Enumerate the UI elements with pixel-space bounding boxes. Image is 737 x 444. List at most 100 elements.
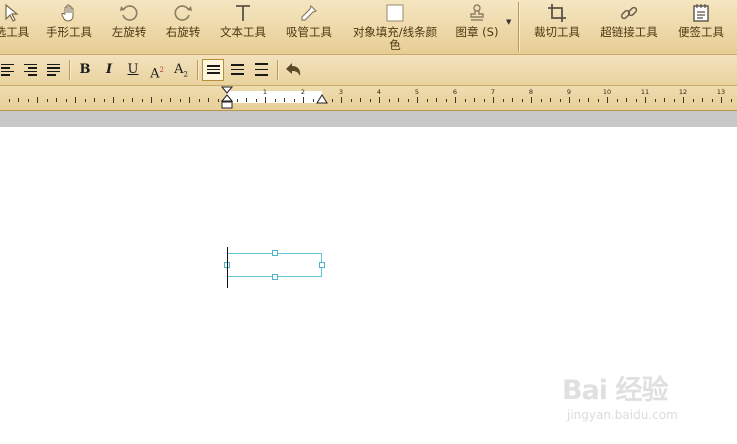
format-separator <box>277 60 278 80</box>
line-spacing-medium-icon <box>230 61 244 78</box>
ruler-tick <box>417 97 418 103</box>
rotate-right-button[interactable]: 右旋转 <box>160 0 206 54</box>
page-gap <box>0 111 737 127</box>
ruler-tick <box>151 97 152 103</box>
ruler-number: 6 <box>452 88 458 96</box>
eyedropper-tool-button[interactable]: 吸管工具 <box>280 0 338 54</box>
ruler-tick <box>189 97 190 103</box>
ruler-tick <box>37 97 38 103</box>
ruler-tick <box>389 98 390 102</box>
ruler-tick <box>693 98 694 102</box>
align-right-icon <box>23 62 37 78</box>
ruler-tick <box>512 98 513 102</box>
hyperlink-tool-button[interactable]: 超链接工具 <box>594 0 664 54</box>
resize-handle-top[interactable] <box>272 250 278 256</box>
ruler-tick <box>493 97 494 103</box>
resize-handle-right[interactable] <box>319 262 325 268</box>
ruler-tick <box>218 98 219 102</box>
hand-tool-button[interactable]: 手形工具 <box>40 0 98 54</box>
ruler-tick <box>275 98 276 102</box>
rotate-left-icon <box>120 5 138 21</box>
line-spacing-medium-button[interactable] <box>226 59 248 81</box>
ruler-tick <box>712 98 713 102</box>
ruler-tick <box>56 98 57 102</box>
rotate-left-label: 左旋转 <box>111 25 147 39</box>
eyedropper-tool-label: 吸管工具 <box>286 25 332 39</box>
ruler-tick <box>341 97 342 103</box>
ruler-tick <box>569 97 570 103</box>
superscript-button[interactable]: A2 <box>146 59 168 81</box>
ruler-tick <box>104 98 105 102</box>
text-tool-button[interactable]: 文本工具 <box>214 0 272 54</box>
stamp-tool-button[interactable]: 图章 (S) <box>452 0 502 54</box>
ruler-tick <box>199 98 200 102</box>
ruler-tick <box>85 98 86 102</box>
ruler-tick <box>208 98 209 102</box>
ruler-number: 1 <box>262 88 268 96</box>
italic-button[interactable]: I <box>98 59 120 81</box>
ruler-tick <box>161 98 162 102</box>
ruler-tick <box>123 98 124 102</box>
select-tool-button[interactable]: 选工具 <box>0 0 32 54</box>
ruler-tick <box>683 97 684 103</box>
line-spacing-single-button[interactable] <box>202 59 224 81</box>
text-box[interactable] <box>224 250 325 280</box>
undo-button[interactable] <box>282 59 304 81</box>
line-spacing-double-icon <box>254 59 268 80</box>
text-cursor-icon <box>236 5 250 21</box>
ruler-right-indent-marker[interactable] <box>316 93 328 105</box>
ruler-number: 4 <box>376 88 382 96</box>
ruler-tick <box>607 97 608 103</box>
fill-color-tool-button[interactable]: 对象填充/线条颜 色 <box>346 0 444 54</box>
align-left-button[interactable] <box>0 59 18 81</box>
ruler-tick <box>294 98 295 102</box>
hyperlink-tool-label: 超链接工具 <box>600 25 658 39</box>
ruler-tick <box>379 97 380 103</box>
format-toolbar: B I U A2 A2 <box>0 55 737 86</box>
ruler-number: 5 <box>414 88 420 96</box>
subscript-mark: 2 <box>183 70 188 79</box>
subscript-button[interactable]: A2 <box>170 59 192 81</box>
ruler-tick <box>246 98 247 102</box>
align-right-button[interactable] <box>19 59 41 81</box>
ruler-tick <box>313 98 314 102</box>
ruler-tick <box>474 98 475 102</box>
align-justify-icon <box>46 62 60 78</box>
stamp-icon <box>470 4 484 21</box>
bold-button[interactable]: B <box>74 59 96 81</box>
ruler-tick <box>541 98 542 102</box>
main-toolbar: 选工具 手形工具 左旋转 右旋转 文本工具 吸管工具 对象填充/线条颜 色 图章… <box>0 0 737 55</box>
note-tool-label: 便签工具 <box>678 25 724 39</box>
crop-icon <box>548 4 566 22</box>
ruler-tick <box>579 98 580 102</box>
ruler-left-indent-marker[interactable] <box>221 86 233 110</box>
ruler-number: 2 <box>300 88 306 96</box>
stamp-dropdown-arrow-icon[interactable]: ▼ <box>506 18 511 26</box>
resize-handle-bottom[interactable] <box>272 274 278 280</box>
underline-button[interactable]: U <box>122 59 144 81</box>
ruler-number: 3 <box>338 88 344 96</box>
hand-icon <box>61 4 74 22</box>
ruler-tick <box>598 98 599 102</box>
ruler-tick <box>113 97 114 103</box>
ruler-tick <box>560 98 561 102</box>
align-justify-button[interactable] <box>42 59 64 81</box>
ruler-tick <box>702 98 703 102</box>
arrow-cursor-icon <box>5 3 19 22</box>
ruler-tick <box>284 98 285 102</box>
ruler-tick <box>132 98 133 102</box>
ruler-tick <box>332 98 333 102</box>
ruler-tick <box>427 98 428 102</box>
stamp-tool-label: 图章 (S) <box>455 25 499 39</box>
ruler-tick <box>66 98 67 102</box>
crop-tool-button[interactable]: 裁切工具 <box>528 0 586 54</box>
rotate-left-button[interactable]: 左旋转 <box>106 0 152 54</box>
ruler-tick <box>436 98 437 102</box>
line-spacing-double-button[interactable] <box>250 59 272 81</box>
ruler-tick <box>256 98 257 102</box>
ruler-number: 13 <box>716 88 726 96</box>
note-tool-button[interactable]: 便签工具 <box>672 0 730 54</box>
ruler-tick <box>617 98 618 102</box>
ruler-tick <box>465 98 466 102</box>
ruler-tick <box>370 98 371 102</box>
